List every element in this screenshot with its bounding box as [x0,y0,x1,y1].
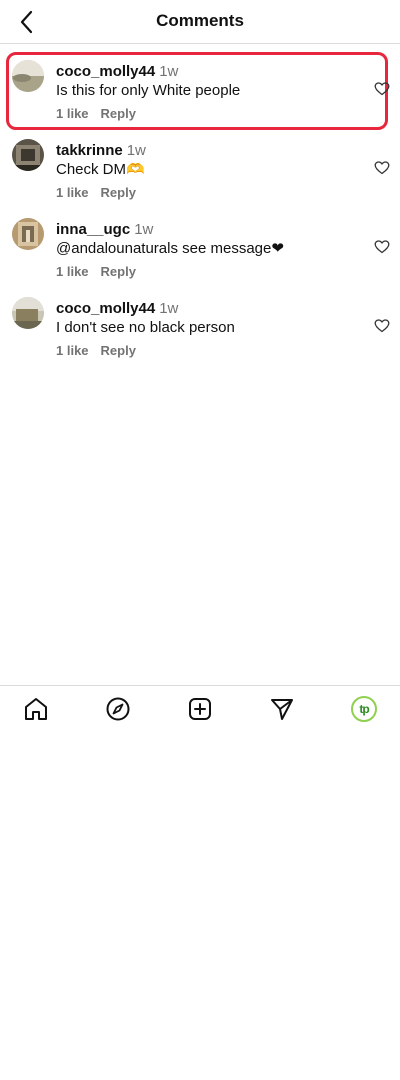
heart-icon[interactable] [374,81,390,97]
reply-button[interactable]: Reply [101,343,136,358]
comment-item: coco_molly44 1w I don't see no black pers… [0,297,400,373]
comment-time: 1w [159,63,179,80]
send-icon[interactable] [269,696,295,722]
comment-text: Is this for only White people [56,82,241,99]
add-post-icon[interactable] [187,696,213,722]
comment-time: 1w [134,221,154,238]
header: Comments [0,0,400,44]
comment-time: 1w [159,300,179,317]
comment-item: inna__ugc 1w @andalounaturals see message… [0,218,400,294]
compass-icon[interactable] [105,696,131,722]
avatar[interactable] [12,218,44,250]
reply-button[interactable]: Reply [101,264,136,279]
comment-text: @andalounaturals see message❤ [56,240,284,257]
heart-icon[interactable] [374,318,390,334]
like-count[interactable]: 1 like [56,185,89,200]
comment-text: Check DM🫶 [56,161,145,178]
comment-text: I don't see no black person [56,319,235,336]
avatar[interactable] [12,139,44,171]
heart-icon[interactable] [374,239,390,255]
like-count[interactable]: 1 like [56,343,89,358]
bottom-nav: tp [0,685,400,731]
comment-item: coco_molly44 1w Is this for only White pe… [0,52,400,136]
comment-username[interactable]: inna__ugc [56,221,130,238]
reply-button[interactable]: Reply [101,106,136,121]
comment-time: 1w [126,142,146,159]
like-count[interactable]: 1 like [56,106,89,121]
profile-badge-text: tp [351,696,377,722]
avatar[interactable] [12,297,44,329]
comment-username[interactable]: coco_molly44 [56,63,155,80]
profile-avatar[interactable]: tp [351,696,377,722]
reply-button[interactable]: Reply [101,185,136,200]
comment-item: takkrinne 1w Check DM🫶 1 like Reply [0,139,400,215]
page-title: Comments [156,11,244,30]
comment-username[interactable]: coco_molly44 [56,300,155,317]
home-icon[interactable] [23,696,49,722]
comment-username[interactable]: takkrinne [56,142,123,159]
heart-icon[interactable] [374,160,390,176]
avatar[interactable] [12,60,44,92]
like-count[interactable]: 1 like [56,264,89,279]
